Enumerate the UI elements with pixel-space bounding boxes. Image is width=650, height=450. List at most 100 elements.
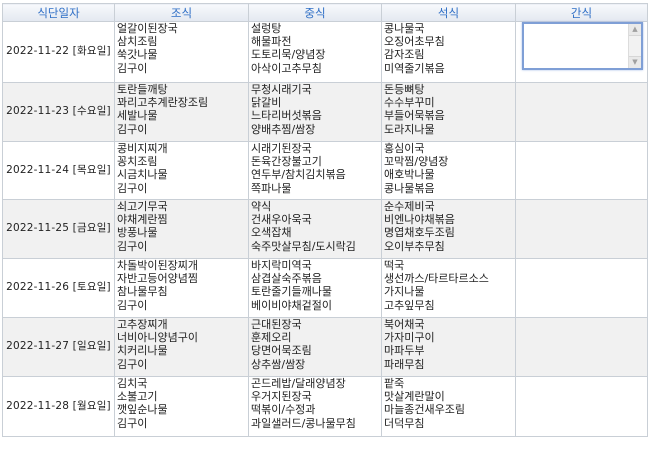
menu-item: 쇠고기무국 xyxy=(117,200,168,213)
table-row: 2022-11-26 [토요일] 차돌박이된장찌개 자반고등어양념찜 참나물무침… xyxy=(2,258,648,318)
snack-cell xyxy=(515,258,648,318)
menu-item: 소불고기 xyxy=(117,390,158,404)
menu-item: 쪽파나물 xyxy=(251,181,292,195)
date-cell: 2022-11-25 [금요일] xyxy=(2,199,115,259)
menu-item: 수수부꾸미 xyxy=(384,96,435,110)
menu-item: 콩나물볶음 xyxy=(384,181,435,195)
menu-item: 얼갈이된장국 xyxy=(117,22,178,35)
menu-item: 훈제오리 xyxy=(251,331,292,345)
menu-item: 김구이 xyxy=(117,181,148,195)
menu-item: 참나물무침 xyxy=(117,285,168,299)
menu-item: 고추잎무침 xyxy=(384,298,435,312)
table-row: 2022-11-28 [월요일] 김치국 소불고기 깻잎순나물 김구이 곤드레밥… xyxy=(2,376,648,437)
menu-item: 곤드레밥/달래양념장 xyxy=(251,377,346,390)
table-row: 2022-11-24 [목요일] 콩비지찌개 꽁치조림 시금치나물 김구이 시래… xyxy=(2,141,648,200)
menu-item: 바지락미역국 xyxy=(251,259,312,272)
lunch-cell: 시래기된장국 돈육간장불고기 연두부/참치김치볶음 쪽파나물 xyxy=(248,141,382,200)
menu-item: 꽁치조림 xyxy=(117,155,158,169)
menu-item: 설렁탕 xyxy=(251,22,282,35)
menu-item: 야채계란찜 xyxy=(117,213,168,227)
menu-item: 김구이 xyxy=(117,239,148,253)
menu-item: 가지나물 xyxy=(384,285,425,299)
dinner-cell: 홍심이국 꼬막찜/양념장 애호박나물 콩나물볶음 xyxy=(381,141,516,200)
menu-item: 세발나물 xyxy=(117,109,158,123)
menu-item: 느타리버섯볶음 xyxy=(251,109,322,123)
menu-item: 가자미구이 xyxy=(384,331,435,345)
menu-item: 더덕무침 xyxy=(384,416,425,430)
dinner-cell: 순수제비국 비엔나야채볶음 명엽채호두조림 오이부추무침 xyxy=(381,199,516,259)
menu-item: 아삭이고추무침 xyxy=(251,61,322,75)
menu-item: 건새우아욱국 xyxy=(251,213,312,227)
menu-item: 꽈리고추계란장조림 xyxy=(117,96,209,110)
menu-item: 너비아니양념구이 xyxy=(117,331,198,345)
menu-item: 파래무침 xyxy=(384,357,425,371)
menu-item: 연두부/참치김치볶음 xyxy=(251,168,346,182)
menu-item: 떡국 xyxy=(384,259,405,272)
menu-item: 북어채국 xyxy=(384,318,425,331)
menu-item: 양배추찜/쌈장 xyxy=(251,122,316,136)
menu-item: 애호박나물 xyxy=(384,168,435,182)
snack-cell xyxy=(515,82,648,142)
breakfast-cell: 고추장찌개 너비아니양념구이 치커리나물 김구이 xyxy=(114,317,249,377)
menu-item: 마파두부 xyxy=(384,344,425,358)
menu-item: 맛살계란말이 xyxy=(384,390,445,404)
lunch-cell: 근대된장국 훈제오리 당면어묵조림 상추쌈/쌈장 xyxy=(248,317,382,377)
menu-item: 김구이 xyxy=(117,357,148,371)
menu-item: 김구이 xyxy=(117,298,148,312)
menu-item: 돈육간장불고기 xyxy=(251,155,322,169)
menu-item: 토란줄기들깨나물 xyxy=(251,285,332,299)
menu-item: 김구이 xyxy=(117,61,148,75)
menu-item: 도토리묵/양념장 xyxy=(251,48,326,62)
menu-item: 삼겹살숙주볶음 xyxy=(251,272,322,286)
snack-textarea[interactable] xyxy=(524,24,641,68)
breakfast-cell: 김치국 소불고기 깻잎순나물 김구이 xyxy=(114,376,249,437)
menu-item: 생선까스/타르타르소스 xyxy=(384,272,489,286)
menu-item: 김구이 xyxy=(117,416,148,430)
breakfast-cell: 얼갈이된장국 삼치조림 쑥갓나물 김구이 xyxy=(114,21,249,83)
dinner-cell: 북어채국 가자미구이 마파두부 파래무침 xyxy=(381,317,516,377)
scroll-down-arrow-icon[interactable]: ▼ xyxy=(629,56,641,68)
dinner-cell: 콩나물국 오징어초무침 감자조림 미역줄기볶음 xyxy=(381,21,516,83)
menu-item: 꼬막찜/양념장 xyxy=(384,155,449,169)
menu-item: 방풍나물 xyxy=(117,226,158,240)
menu-item: 당면어묵조림 xyxy=(251,344,312,358)
breakfast-cell: 차돌박이된장찌개 자반고등어양념찜 참나물무침 김구이 xyxy=(114,258,249,318)
scroll-up-arrow-icon[interactable]: ▲ xyxy=(629,24,641,36)
snack-cell xyxy=(515,199,648,259)
menu-item: 김치국 xyxy=(117,377,148,390)
breakfast-cell: 토란들깨탕 꽈리고추계란장조림 세발나물 김구이 xyxy=(114,82,249,142)
menu-item: 우거지된장국 xyxy=(251,390,312,404)
menu-item: 감자조림 xyxy=(384,48,425,62)
date-cell: 2022-11-28 [월요일] xyxy=(2,376,115,437)
lunch-cell: 바지락미역국 삼겹살숙주볶음 토란줄기들깨나물 베이비야채겉절이 xyxy=(248,258,382,318)
menu-item: 해물파전 xyxy=(251,35,292,49)
menu-item: 비엔나야채볶음 xyxy=(384,213,455,227)
dinner-cell: 돈등뼈탕 수수부꾸미 부들어묵볶음 도라지나물 xyxy=(381,82,516,142)
menu-item: 순수제비국 xyxy=(384,200,435,213)
date-cell: 2022-11-23 [수요일] xyxy=(2,82,115,142)
lunch-cell: 약식 건새우아욱국 오색잡채 숙주맛살무침/도시락김 xyxy=(248,199,382,259)
menu-item: 콩나물국 xyxy=(384,22,425,35)
textarea-scrollbar[interactable]: ▲ ▼ xyxy=(628,24,641,68)
snack-cell xyxy=(515,376,648,437)
date-cell: 2022-11-22 [화요일] xyxy=(2,21,115,83)
menu-item: 시금치나물 xyxy=(117,168,168,182)
menu-item: 고추장찌개 xyxy=(117,318,168,331)
header-dinner: 석식 xyxy=(381,3,516,22)
snack-cell xyxy=(515,317,648,377)
menu-item: 오색잡채 xyxy=(251,226,292,240)
date-cell: 2022-11-26 [토요일] xyxy=(2,258,115,318)
dinner-cell: 팥죽 맛살계란말이 마늘종건새우조림 더덕무침 xyxy=(381,376,516,437)
menu-item: 베이비야채겉절이 xyxy=(251,298,332,312)
lunch-cell: 곤드레밥/달래양념장 우거지된장국 떡볶이/수정과 과일샐러드/콩나물무침 xyxy=(248,376,382,437)
menu-item: 근대된장국 xyxy=(251,318,302,331)
menu-item: 약식 xyxy=(251,200,272,213)
menu-item: 삼치조림 xyxy=(117,35,158,49)
table-row: 2022-11-27 [일요일] 고추장찌개 너비아니양념구이 치커리나물 김구… xyxy=(2,317,648,377)
date-cell: 2022-11-24 [목요일] xyxy=(2,141,115,200)
lunch-cell: 설렁탕 해물파전 도토리묵/양념장 아삭이고추무침 xyxy=(248,21,382,83)
menu-item: 치커리나물 xyxy=(117,344,168,358)
menu-item: 콩비지찌개 xyxy=(117,142,168,155)
snack-cell xyxy=(515,141,648,200)
header-snack: 간식 xyxy=(515,3,648,22)
